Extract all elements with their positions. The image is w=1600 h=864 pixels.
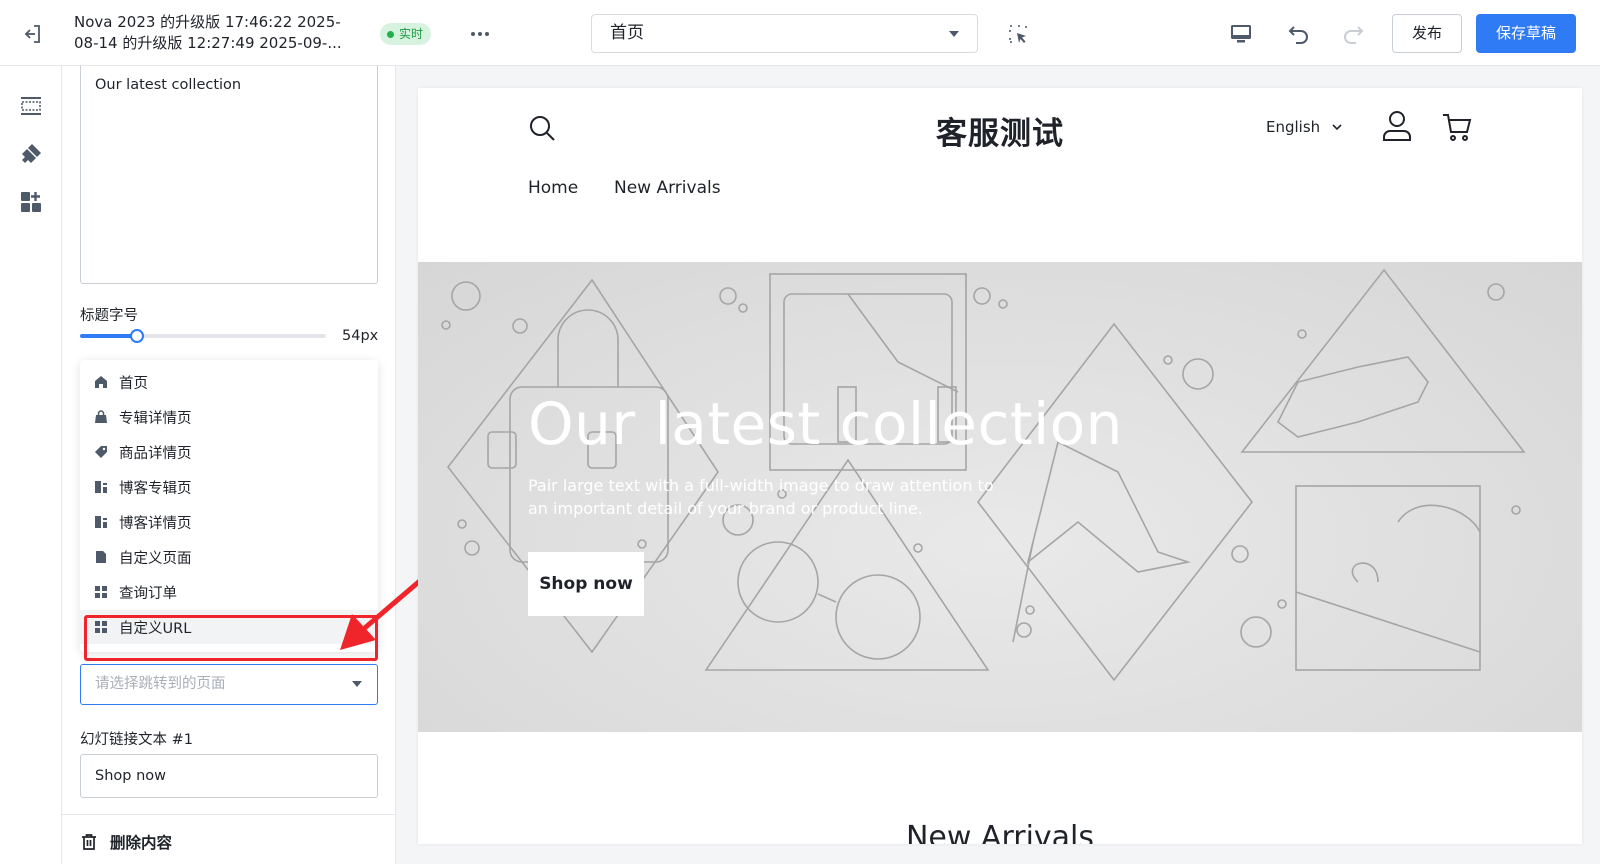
chevron-down-icon	[1332, 124, 1342, 131]
page-select[interactable]: 首页	[591, 14, 978, 53]
slider-fill	[80, 334, 137, 338]
apps-add-icon[interactable]	[19, 190, 43, 214]
live-badge-label: 实时	[399, 27, 424, 41]
hero-title: Our latest collection	[528, 390, 1123, 458]
tag-icon	[95, 446, 107, 458]
dropdown-item-label: 自定义页面	[119, 550, 192, 567]
dropdown-item-label: 商品详情页	[119, 445, 192, 462]
blog-icon	[95, 481, 107, 493]
account-icon[interactable]	[1382, 110, 1412, 142]
sections-icon[interactable]	[19, 94, 43, 118]
bag-icon	[95, 410, 107, 423]
dropdown-item-label: 博客专辑页	[119, 480, 192, 497]
link-page-select-placeholder: 请选择跳转到的页面	[95, 676, 226, 692]
undo-icon[interactable]	[1286, 21, 1312, 47]
dropdown-item-order-lookup[interactable]: 查询订单	[80, 575, 378, 609]
delete-content-button[interactable]: 删除内容	[80, 831, 172, 853]
left-icon-rail	[0, 66, 62, 864]
grid-icon	[95, 586, 107, 598]
home-icon	[95, 376, 107, 388]
more-icon[interactable]	[468, 22, 492, 46]
dropdown-item-label: 查询订单	[119, 585, 177, 602]
heading-textarea[interactable]: Our latest collection	[80, 66, 378, 284]
page-link-dropdown: 首页 专辑详情页 商品详情页 博客专辑页 博客详情页 自定义页面 查询订单 自定…	[80, 360, 378, 652]
dropdown-item-blog-collection[interactable]: 博客专辑页	[80, 470, 378, 504]
file-icon	[96, 551, 106, 563]
theme-name-line1: Nova 2023 的升级版 17:46:22 2025-	[74, 13, 341, 31]
panel-divider	[62, 814, 395, 815]
save-draft-button[interactable]: 保存草稿	[1476, 14, 1576, 53]
dropdown-item-label: 首页	[119, 375, 148, 392]
link-text-input[interactable]: Shop now	[80, 754, 378, 798]
new-arrivals-heading: New Arrivals	[905, 820, 1095, 844]
heading-size-value: 54px	[342, 328, 379, 344]
language-selector[interactable]: English	[1266, 118, 1342, 136]
live-status-badge: 实时	[380, 23, 432, 45]
settings-panel: Our latest collection 标题字号 54px 首页 专辑详情页…	[62, 66, 396, 864]
nav-link-new-arrivals[interactable]: New Arrivals	[614, 178, 721, 198]
dropdown-item-label: 博客详情页	[119, 515, 192, 532]
exit-icon[interactable]	[20, 22, 44, 46]
dropdown-item-custom-page[interactable]: 自定义页面	[80, 540, 378, 574]
dropdown-item-blog-detail[interactable]: 博客详情页	[80, 505, 378, 539]
theme-style-icon[interactable]	[19, 142, 43, 166]
live-dot-icon	[387, 30, 394, 38]
slider-thumb[interactable]	[129, 329, 144, 343]
dropdown-item-product[interactable]: 商品详情页	[80, 435, 378, 469]
hero-subtitle: Pair large text with a full-width image …	[528, 476, 994, 518]
heading-size-slider[interactable]	[80, 329, 326, 343]
theme-name-line2: 08-14 的升级版 12:27:49 2025-09-...	[74, 34, 342, 52]
desktop-icon[interactable]	[1228, 21, 1254, 47]
caret-down-icon	[949, 31, 959, 37]
cart-icon[interactable]	[1442, 112, 1472, 142]
hero-shop-now-button[interactable]: Shop now	[528, 552, 644, 616]
caret-down-icon	[352, 681, 362, 687]
dropdown-item-label: 专辑详情页	[119, 410, 192, 427]
link-page-select[interactable]: 请选择跳转到的页面	[80, 664, 378, 705]
link-text-label: 幻灯链接文本 #1	[80, 732, 193, 748]
select-element-icon[interactable]	[1006, 22, 1030, 46]
heading-size-label: 标题字号	[80, 308, 138, 324]
trash-icon	[82, 834, 96, 850]
delete-content-label: 删除内容	[110, 834, 173, 852]
nav-link-home[interactable]: Home	[528, 178, 578, 198]
language-label: English	[1266, 118, 1321, 136]
dropdown-item-label: 自定义URL	[119, 620, 192, 637]
blog-icon	[95, 516, 107, 528]
hero-banner: Our latest collection Pair large text wi…	[418, 262, 1582, 732]
grid-icon	[95, 621, 107, 633]
top-bar: Nova 2023 的升级版 17:46:22 2025- 08-14 的升级版…	[0, 0, 1600, 66]
dropdown-item-home[interactable]: 首页	[80, 365, 378, 399]
theme-name: Nova 2023 的升级版 17:46:22 2025- 08-14 的升级版…	[74, 12, 364, 54]
dropdown-item-custom-url[interactable]: 自定义URL	[80, 610, 378, 644]
redo-icon[interactable]	[1340, 21, 1366, 47]
dropdown-item-collection[interactable]: 专辑详情页	[80, 400, 378, 434]
publish-button[interactable]: 发布	[1392, 14, 1462, 53]
store-preview: 客服测试 English Home New Arrivals Our lates…	[418, 88, 1582, 844]
page-select-value: 首页	[610, 23, 644, 43]
